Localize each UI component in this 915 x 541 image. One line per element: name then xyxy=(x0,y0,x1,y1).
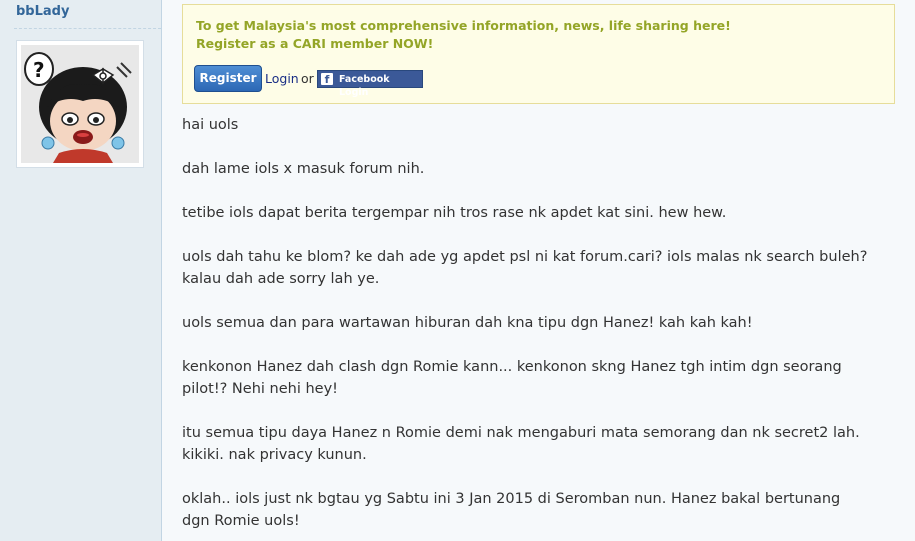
post-text-line: kenkonon Hanez dah clash dgn Romie kann.… xyxy=(182,359,842,375)
svg-text:?: ? xyxy=(33,58,45,82)
avatar[interactable]: ? xyxy=(16,40,144,168)
post-text-line: kikiki. nak privacy kunun. xyxy=(182,447,367,463)
sidebar-divider xyxy=(14,28,161,29)
post-text-line: itu semua tipu daya Hanez n Romie demi n… xyxy=(182,425,860,441)
facebook-login-button[interactable]: f Facebook Login xyxy=(317,70,423,98)
facebook-login-label: Facebook Login xyxy=(339,74,390,98)
author-username[interactable]: bbLady xyxy=(16,4,69,19)
cartoon-girl-avatar-icon: ? xyxy=(21,45,139,163)
post-text-line: uols semua dan para wartawan hiburan dah… xyxy=(182,315,753,331)
post-text-line: dgn Romie uols! xyxy=(182,513,300,529)
post-text-line: pilot!? Nehi nehi hey! xyxy=(182,381,338,397)
login-link[interactable]: Login xyxy=(265,71,299,86)
author-sidebar: bbLady ? xyxy=(0,0,162,541)
post-text-line: hai uols xyxy=(182,117,239,133)
or-text: or xyxy=(301,71,314,86)
post-text-line: kalau dah ade sorry lah ye. xyxy=(182,271,380,287)
register-notice: To get Malaysia's most comprehensive inf… xyxy=(182,4,895,104)
post-text-line: oklah.. iols just nk bgtau yg Sabtu ini … xyxy=(182,491,841,507)
notice-text: To get Malaysia's most comprehensive inf… xyxy=(196,18,731,33)
post-text-line: tetibe iols dapat berita tergempar nih t… xyxy=(182,205,727,221)
facebook-icon: f xyxy=(321,73,333,86)
post-text-line: dah lame iols x masuk forum nih. xyxy=(182,161,425,177)
notice-register-text: Register as a CARI member NOW! xyxy=(196,36,434,51)
register-button[interactable]: Register xyxy=(194,65,262,92)
post-text-line: uols dah tahu ke blom? ke dah ade yg apd… xyxy=(182,249,868,265)
